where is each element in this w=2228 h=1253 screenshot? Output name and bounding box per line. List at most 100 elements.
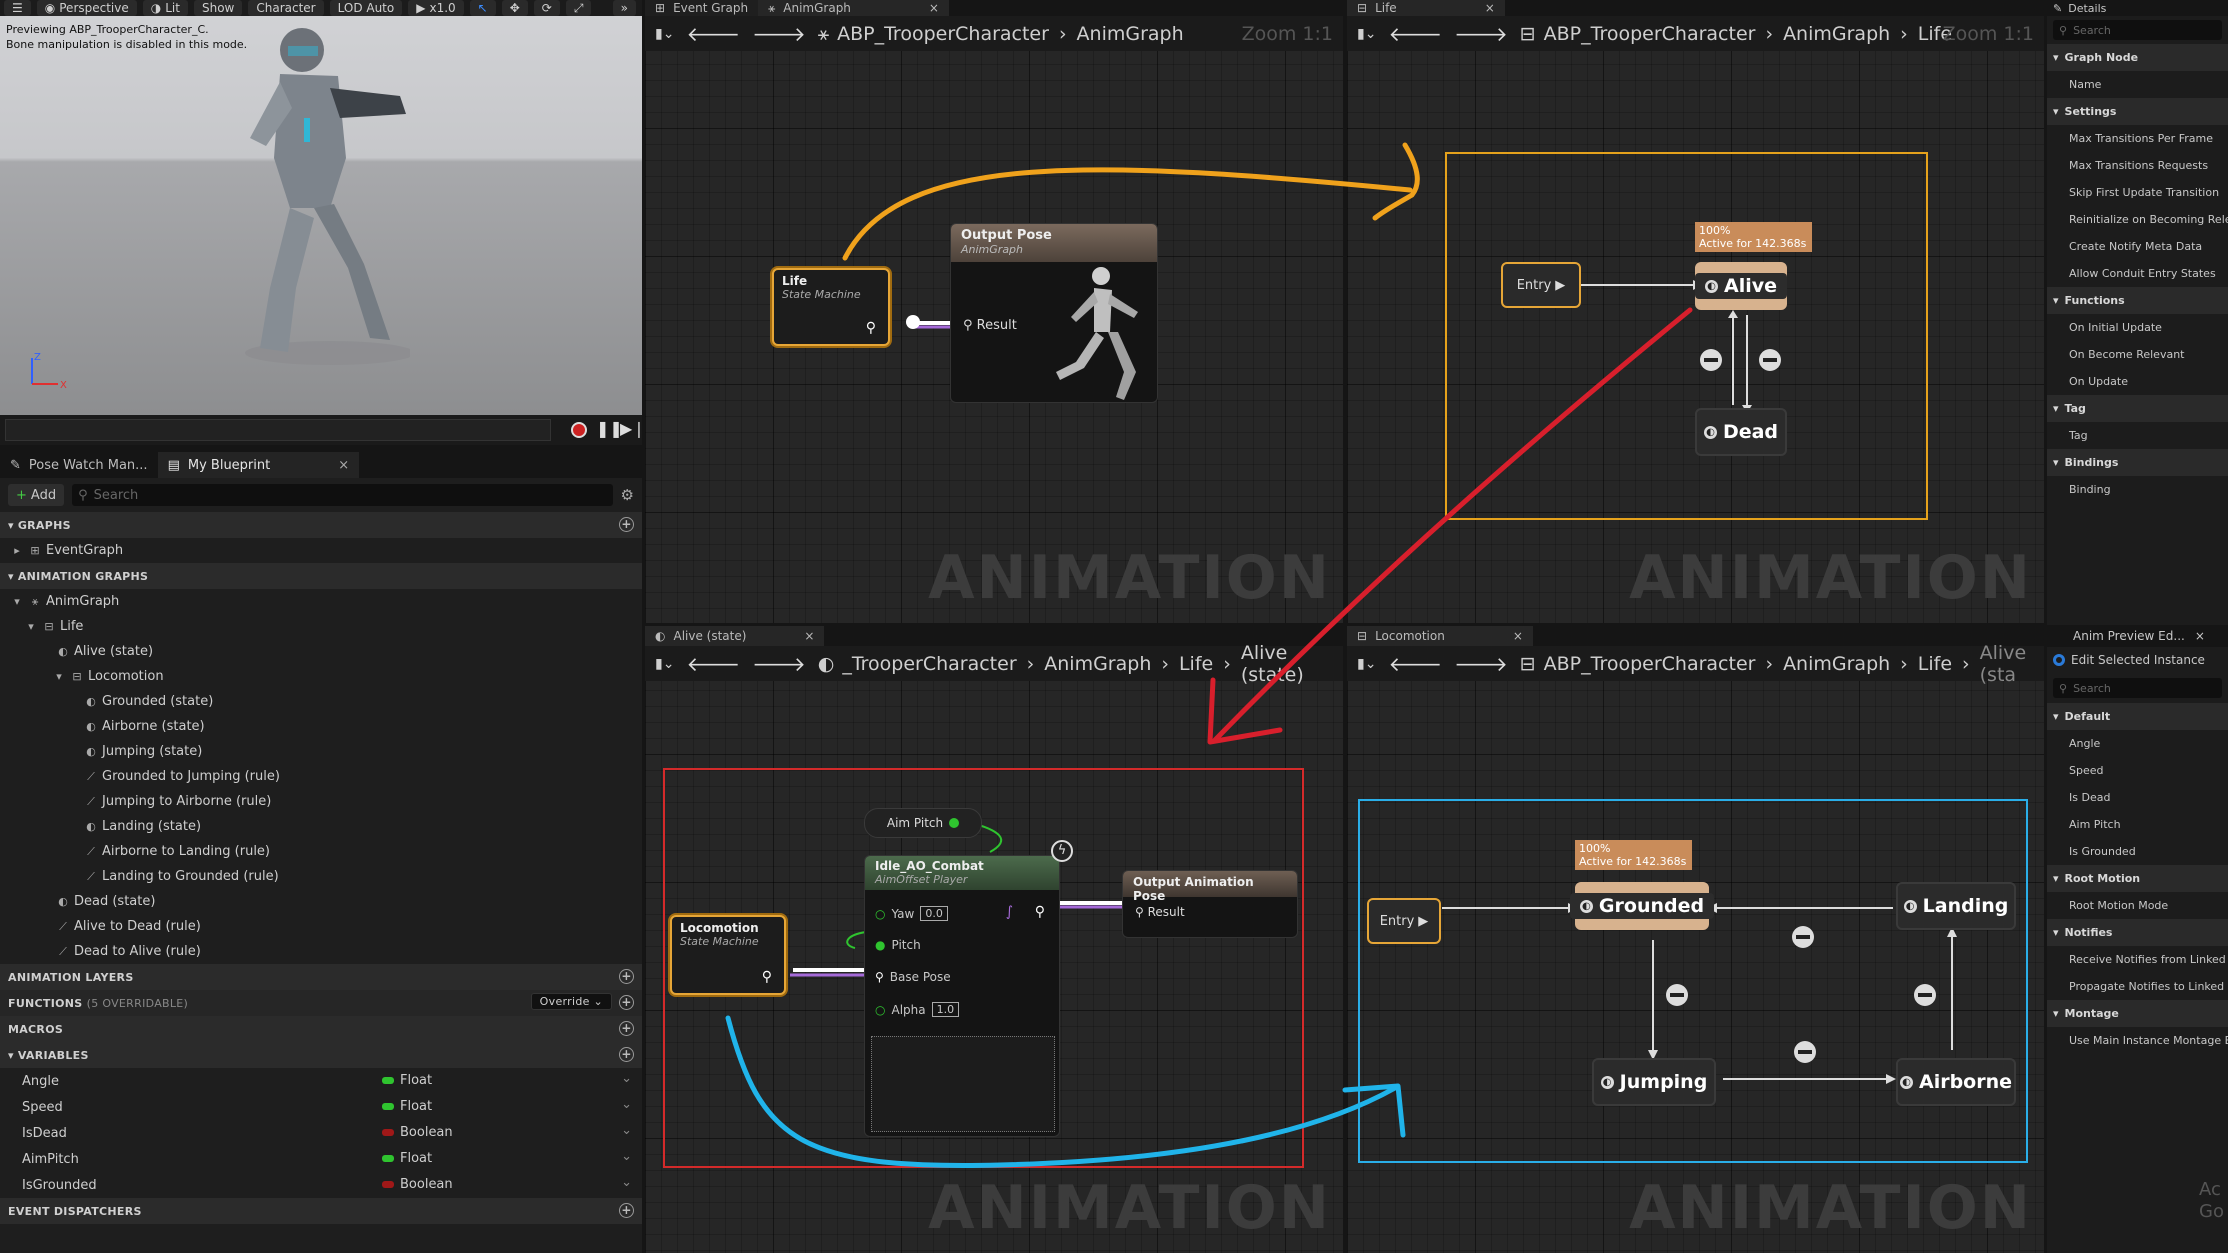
details-property[interactable]: On Update	[2047, 368, 2228, 395]
forward-arrow-icon[interactable]: 🡒	[1454, 22, 1508, 46]
details-property[interactable]: Use Main Instance Montage Evaluation	[2047, 1027, 2228, 1054]
float-pin-icon[interactable]	[949, 818, 960, 828]
back-arrow-icon[interactable]: 🡐	[686, 652, 740, 676]
details-property[interactable]: Receive Notifies from Linked Instances	[2047, 946, 2228, 973]
tree-item[interactable]: ◐ Alive (state)	[0, 639, 642, 664]
section-macros[interactable]: MACROS +	[0, 1016, 642, 1042]
back-arrow-icon[interactable]: 🡐	[686, 22, 740, 46]
tab-anim-preview[interactable]: Anim Preview Ed... ×	[2047, 625, 2228, 647]
tree-item[interactable]: ▾ ⚹ AnimGraph	[0, 589, 642, 614]
details-property[interactable]: Create Notify Meta Data	[2047, 233, 2228, 260]
menu-icon[interactable]: ☰	[4, 0, 31, 16]
result-pin[interactable]: ⚲ Result	[1135, 905, 1185, 919]
chevron-down-icon[interactable]: ⌄	[621, 1071, 632, 1086]
tree-item[interactable]: ◐ Dead (state)	[0, 889, 642, 914]
life-state-machine-node[interactable]: Life State Machine ⚲	[772, 268, 890, 346]
state-airborne[interactable]: ◐ Airborne	[1896, 1058, 2016, 1106]
details-section[interactable]: ▾ Graph Node	[2047, 44, 2228, 71]
preview-viewport[interactable]: ☰ ◉ Perspective ◑ Lit Show Character LOD A…	[0, 0, 642, 415]
state-grounded[interactable]: ◐ Grounded	[1569, 882, 1715, 930]
tree-item-eventgraph[interactable]: ▸ ⊞ EventGraph	[0, 538, 642, 563]
details-property[interactable]: Max Transitions Per Frame	[2047, 125, 2228, 152]
tab-my-blueprint[interactable]: ▤ My Blueprint ×	[157, 452, 360, 478]
state-alive[interactable]: ◐ Alive	[1695, 262, 1788, 310]
details-section[interactable]: ▾ Bindings	[2047, 449, 2228, 476]
lit-button[interactable]: ◑ Lit	[142, 0, 188, 16]
section-event-dispatchers[interactable]: EVENT DISPATCHERS +	[0, 1198, 642, 1224]
pose-pin-icon[interactable]: ⚲	[762, 969, 772, 985]
forward-arrow-icon[interactable]: 🡒	[1454, 652, 1508, 676]
pause-icon[interactable]: ❚❚	[596, 419, 623, 438]
life-state-machine-editor[interactable]: ⊟ Life × ▮⌄ 🡐 🡒 ⊟ ABP_TrooperCharacter › An…	[1347, 0, 2044, 623]
details-section[interactable]: ▾ Notifies	[2047, 919, 2228, 946]
details-section[interactable]: ▾ Functions	[2047, 287, 2228, 314]
chevron-down-icon[interactable]: ⌄	[621, 1097, 632, 1112]
bookmark-icon[interactable]: ▮⌄	[1357, 656, 1376, 672]
bookmark-icon[interactable]: ▮⌄	[655, 26, 674, 42]
details-section[interactable]: ▾ Montage	[2047, 1000, 2228, 1027]
bookmark-icon[interactable]: ▮⌄	[655, 656, 674, 672]
section-variables[interactable]: ▾ VARIABLES +	[0, 1042, 642, 1068]
move-tool-icon[interactable]: ✥	[501, 0, 528, 16]
breadcrumb-blueprint[interactable]: ABP_TrooperCharacter	[1544, 653, 1756, 675]
state-dead[interactable]: ◐ Dead	[1695, 408, 1787, 456]
variable-row[interactable]: IsDead Boolean ⌄	[0, 1120, 642, 1146]
locomotion-state-machine-editor[interactable]: ⊟ Locomotion × ▮⌄ 🡐 🡒 ⊟ ABP_TrooperCharact…	[1347, 626, 2044, 1253]
tree-item[interactable]: ◐ Landing (state)	[0, 814, 642, 839]
chevron-down-icon[interactable]: ⌄	[621, 1175, 632, 1190]
lod-button[interactable]: LOD Auto	[329, 0, 403, 16]
scale-tool-icon[interactable]: ⤢	[565, 0, 592, 16]
output-pin-icon[interactable]	[906, 315, 920, 329]
chevron-down-icon[interactable]: ⌄	[621, 1149, 632, 1164]
variable-row[interactable]: IsGrounded Boolean ⌄	[0, 1172, 642, 1198]
result-pin[interactable]: ⚲ Result	[963, 318, 1017, 333]
tab-event-graph[interactable]: ⊞ Event Graph	[645, 0, 759, 16]
tab-animgraph[interactable]: ⚹ AnimGraph ×	[758, 0, 949, 16]
details-property[interactable]: Max Transitions Requests	[2047, 152, 2228, 179]
details-section[interactable]: ▾ Settings	[2047, 98, 2228, 125]
details-property[interactable]: On Initial Update	[2047, 314, 2228, 341]
tree-item[interactable]: ⟋ Airborne to Landing (rule)	[0, 839, 642, 864]
tree-item[interactable]: ◐ Grounded (state)	[0, 689, 642, 714]
playback-speed-button[interactable]: ▶ x1.0	[408, 0, 464, 16]
entry-node[interactable]: Entry ▶	[1367, 898, 1441, 944]
alpha-pin[interactable]: ○ Alpha 1.0	[875, 1002, 960, 1017]
breadcrumb-animgraph[interactable]: AnimGraph	[1044, 653, 1151, 675]
tree-item[interactable]: ⟋ Dead to Alive (rule)	[0, 939, 642, 964]
details-property[interactable]: Allow Conduit Entry States	[2047, 260, 2228, 287]
state-landing[interactable]: ◐ Landing	[1896, 882, 2016, 930]
close-icon[interactable]: ×	[929, 0, 939, 16]
bookmark-icon[interactable]: ▮⌄	[1357, 26, 1376, 42]
section-animation-graphs[interactable]: ▾ ANIMATION GRAPHS	[0, 563, 642, 589]
details-property[interactable]: Reinitialize on Becoming Relevant	[2047, 206, 2228, 233]
details-section[interactable]: ▾ Root Motion	[2047, 865, 2228, 892]
tab-life[interactable]: ⊟ Life ×	[1347, 0, 1505, 16]
details-property[interactable]: Is Grounded	[2047, 838, 2228, 865]
more-options-icon[interactable]: »	[612, 0, 636, 16]
details-property[interactable]: On Become Relevant	[2047, 341, 2228, 368]
tree-item[interactable]: ⟋ Jumping to Airborne (rule)	[0, 789, 642, 814]
tree-item[interactable]: ▾ ⊟ Locomotion	[0, 664, 642, 689]
forward-arrow-icon[interactable]: 🡒	[752, 652, 806, 676]
timeline-scrubber[interactable]	[5, 419, 551, 441]
base-pose-pin[interactable]: ⚲ Base Pose	[875, 970, 951, 984]
variable-row[interactable]: Angle Float ⌄	[0, 1068, 642, 1094]
close-icon[interactable]: ×	[338, 458, 349, 473]
yaw-pin[interactable]: ○ Yaw 0.0	[875, 906, 948, 921]
details-section[interactable]: ▾ Tag	[2047, 395, 2228, 422]
preview-search-input[interactable]: ⚲ Search	[2047, 673, 2228, 703]
state-jumping[interactable]: ◐ Jumping	[1592, 1058, 1716, 1106]
breadcrumb-animgraph[interactable]: AnimGraph	[1077, 23, 1184, 45]
section-graphs[interactable]: ▾ GRAPHS +	[0, 512, 642, 538]
details-property[interactable]: Root Motion Mode	[2047, 892, 2228, 919]
output-animation-pose-node[interactable]: Output Animation Pose ⚲ Result	[1122, 870, 1298, 938]
details-property[interactable]: Propagate Notifies to Linked Instances	[2047, 973, 2228, 1000]
tree-item[interactable]: ◐ Airborne (state)	[0, 714, 642, 739]
forward-arrow-icon[interactable]: 🡒	[752, 22, 806, 46]
breadcrumb-alive-state[interactable]: Alive (state)	[1241, 642, 1333, 686]
viewport-timeline[interactable]: ❚❚ ▶❘	[0, 415, 646, 445]
details-property[interactable]: Binding	[2047, 476, 2228, 503]
alpha-value-field[interactable]: 1.0	[931, 1002, 960, 1017]
details-property[interactable]: Tag	[2047, 422, 2228, 449]
breadcrumb-animgraph[interactable]: AnimGraph	[1783, 653, 1890, 675]
